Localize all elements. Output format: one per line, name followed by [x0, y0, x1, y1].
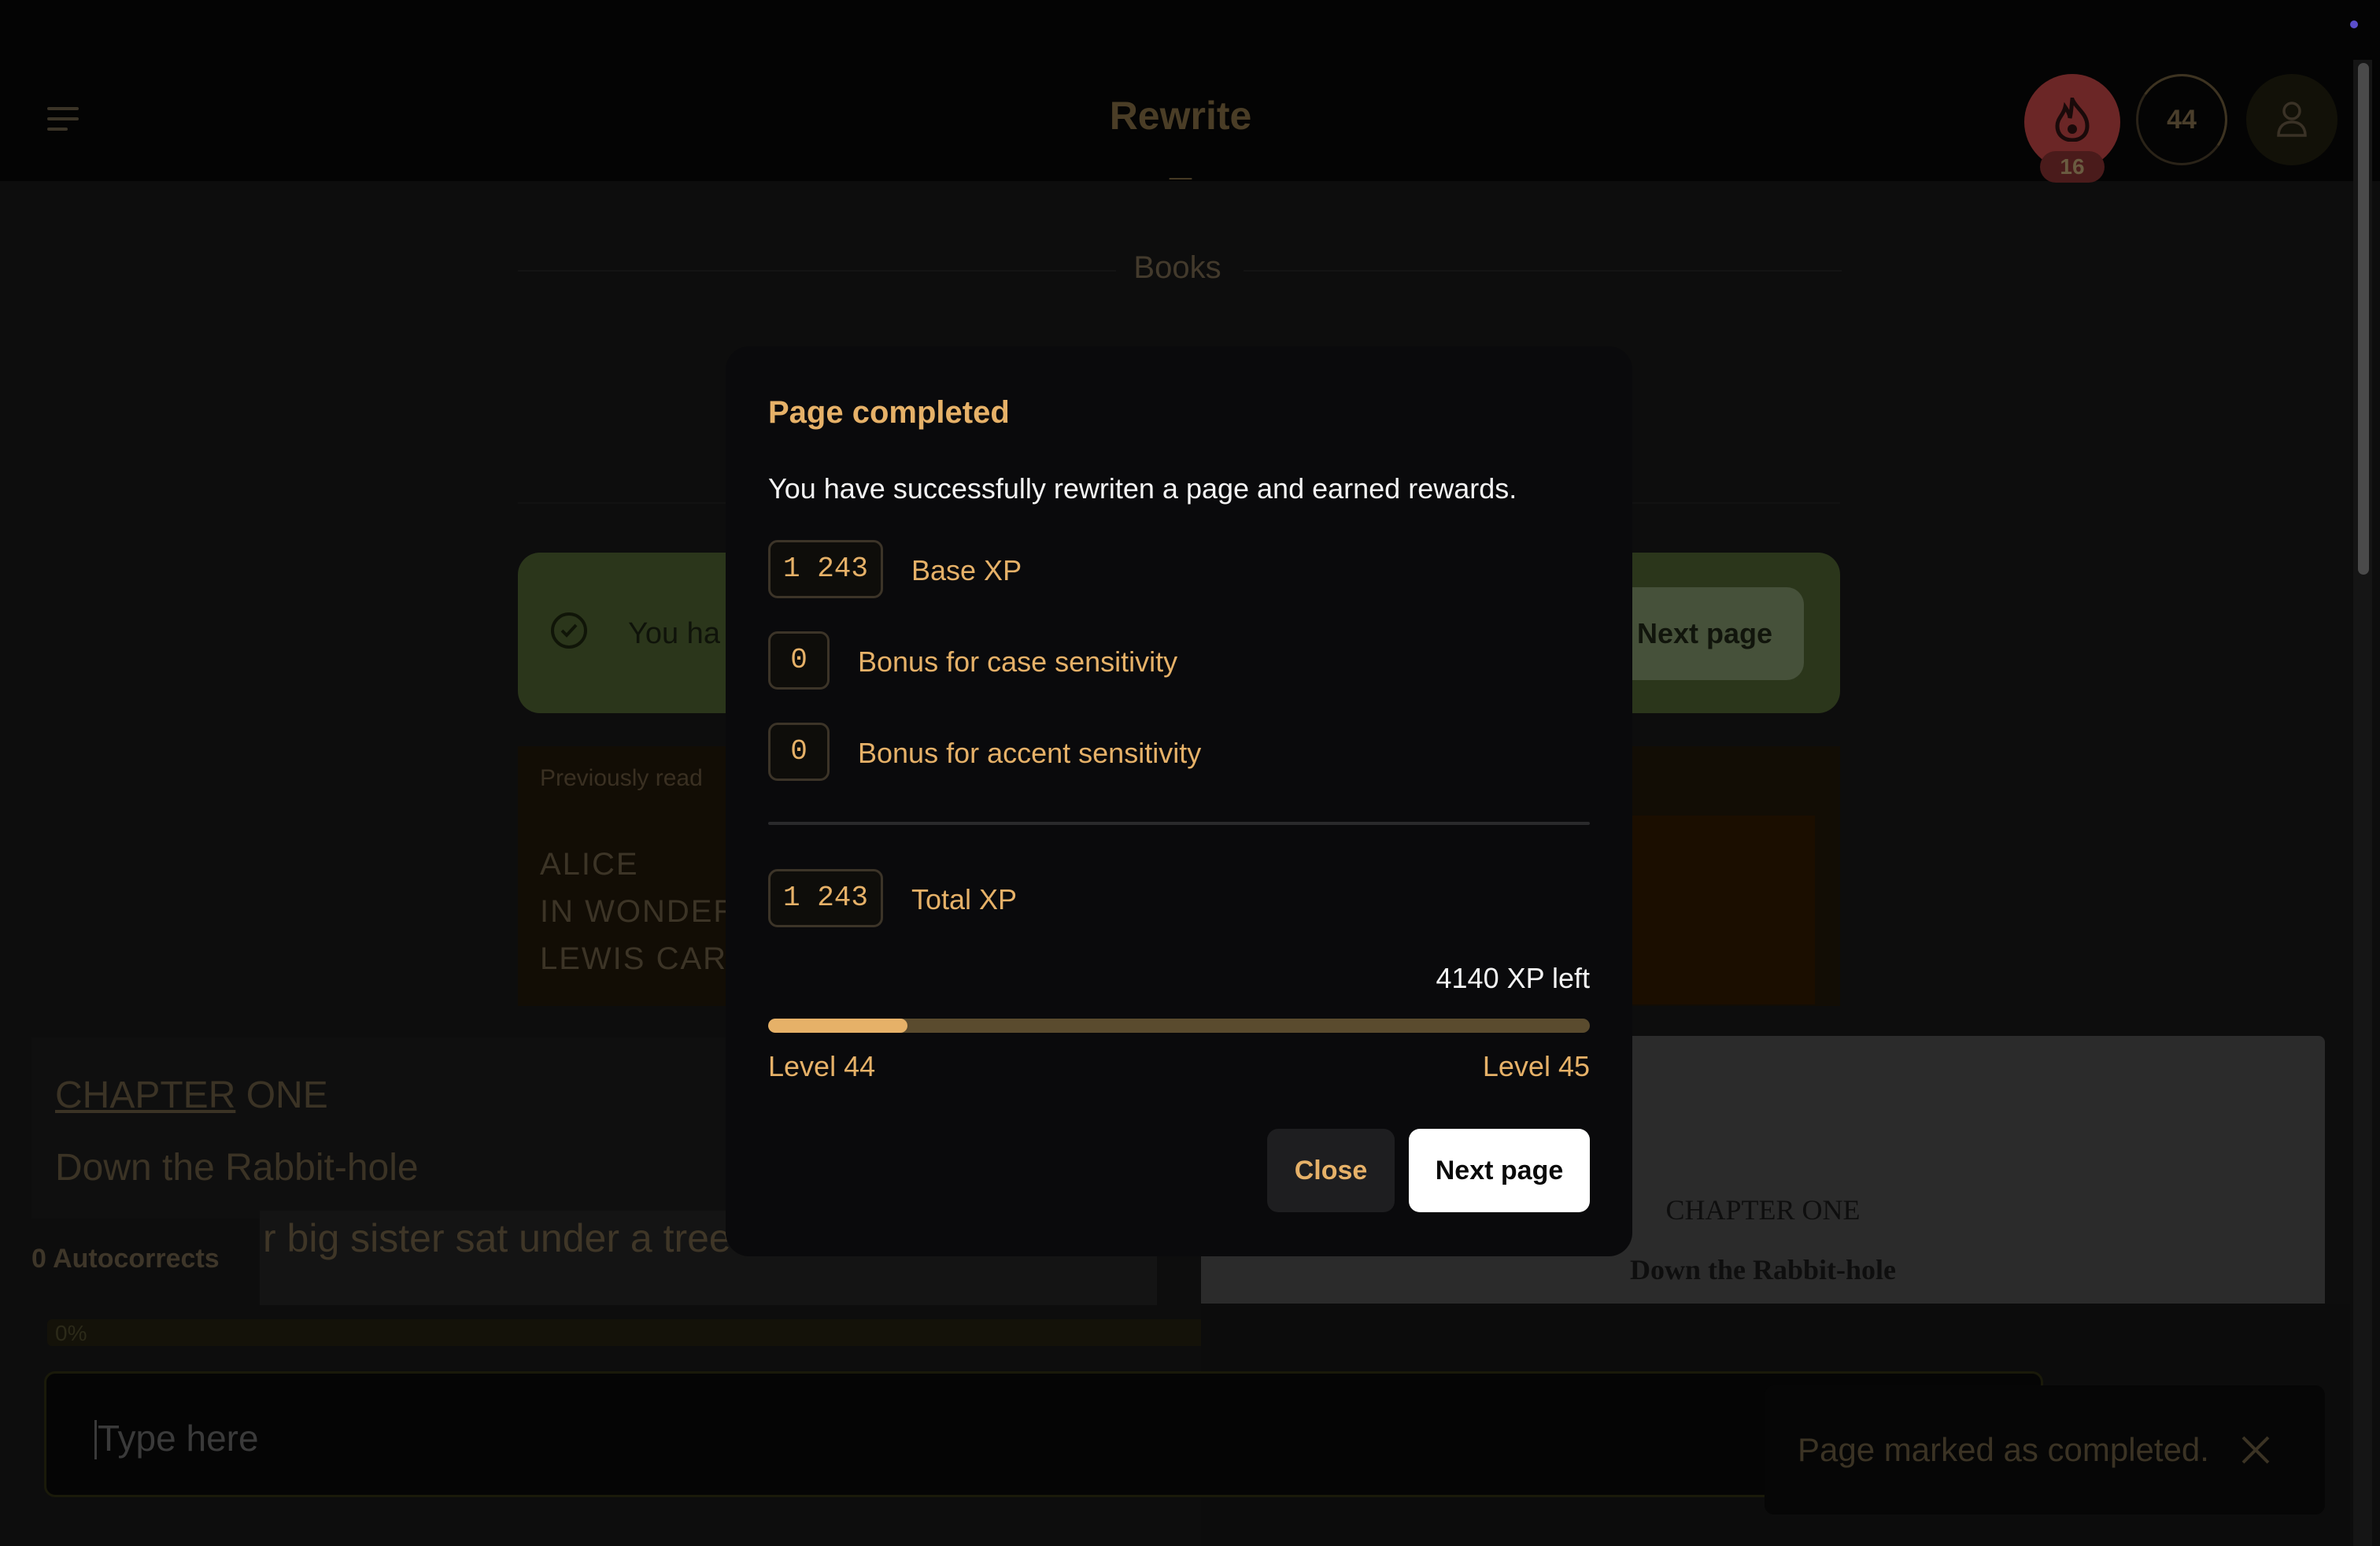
user-icon [2277, 102, 2307, 137]
books-heading: Books [1133, 250, 1221, 285]
level-indicator[interactable]: 44 [2128, 66, 2235, 173]
total-xp-value: 1 243 [768, 869, 883, 927]
divider [518, 270, 1116, 272]
case-bonus-label: Bonus for case sensitivity [858, 645, 1178, 678]
close-icon[interactable] [2240, 1434, 2271, 1466]
scrollbar-thumb[interactable] [2358, 63, 2369, 575]
banner-next-page-button[interactable]: Next page [1606, 587, 1804, 680]
chapter-subtitle: Down the Rabbit-hole [55, 1147, 419, 1189]
status-dot [2350, 20, 2358, 28]
close-button[interactable]: Close [1267, 1129, 1395, 1212]
streak-count: 16 [2040, 151, 2105, 183]
check-circle-icon [551, 612, 587, 649]
book-title-line: ALICE [540, 847, 639, 882]
base-xp-value: 1 243 [768, 540, 883, 598]
previously-read-label: Previously read [540, 765, 703, 791]
flame-icon [2055, 98, 2090, 142]
typing-progress-label: 0% [55, 1321, 87, 1345]
base-xp-label: Base XP [911, 554, 1022, 586]
chapter-heading: CHAPTER ONE [55, 1074, 328, 1117]
chapter-word: CHAPTER [55, 1074, 236, 1116]
dialog-divider [768, 822, 1590, 825]
preview-subtitle: Down the Rabbit-hole [1629, 1254, 1897, 1285]
type-input[interactable] [44, 1371, 2043, 1497]
toast-text: Page marked as completed. [1798, 1431, 2209, 1468]
book-author-line: LEWIS CARR [540, 941, 752, 976]
book-title-line: IN WONDER [540, 894, 738, 929]
current-level: Level 44 [768, 1050, 876, 1082]
next-level: Level 45 [1482, 1050, 1590, 1082]
user-button[interactable] [2246, 74, 2338, 165]
chapter-number: ONE [235, 1074, 328, 1116]
autocorrects-count: 0 Autocorrects [31, 1244, 220, 1274]
app-title: Rewrite _ [1109, 94, 1252, 183]
next-page-button[interactable]: Next page [1409, 1129, 1590, 1212]
accent-bonus-value: 0 [768, 723, 830, 781]
hamburger-icon[interactable] [47, 107, 79, 131]
current-sentence: r big sister sat under a tree c [263, 1216, 762, 1260]
case-bonus-value: 0 [768, 631, 830, 690]
dialog-title: Page completed [768, 395, 1010, 430]
divider [1244, 270, 1842, 272]
total-xp-label: Total XP [911, 883, 1018, 915]
level-progress-bar [768, 1019, 1590, 1033]
text-caret [94, 1420, 97, 1459]
banner-text: You ha [628, 617, 720, 650]
xp-left: 4140 XP left [1436, 962, 1591, 994]
type-input-placeholder: Type here [98, 1418, 259, 1459]
level-progress-fill [768, 1019, 908, 1033]
dialog-description: You have successfully rewriten a page an… [768, 472, 1517, 505]
accent-bonus-label: Bonus for accent sensitivity [858, 737, 1202, 769]
